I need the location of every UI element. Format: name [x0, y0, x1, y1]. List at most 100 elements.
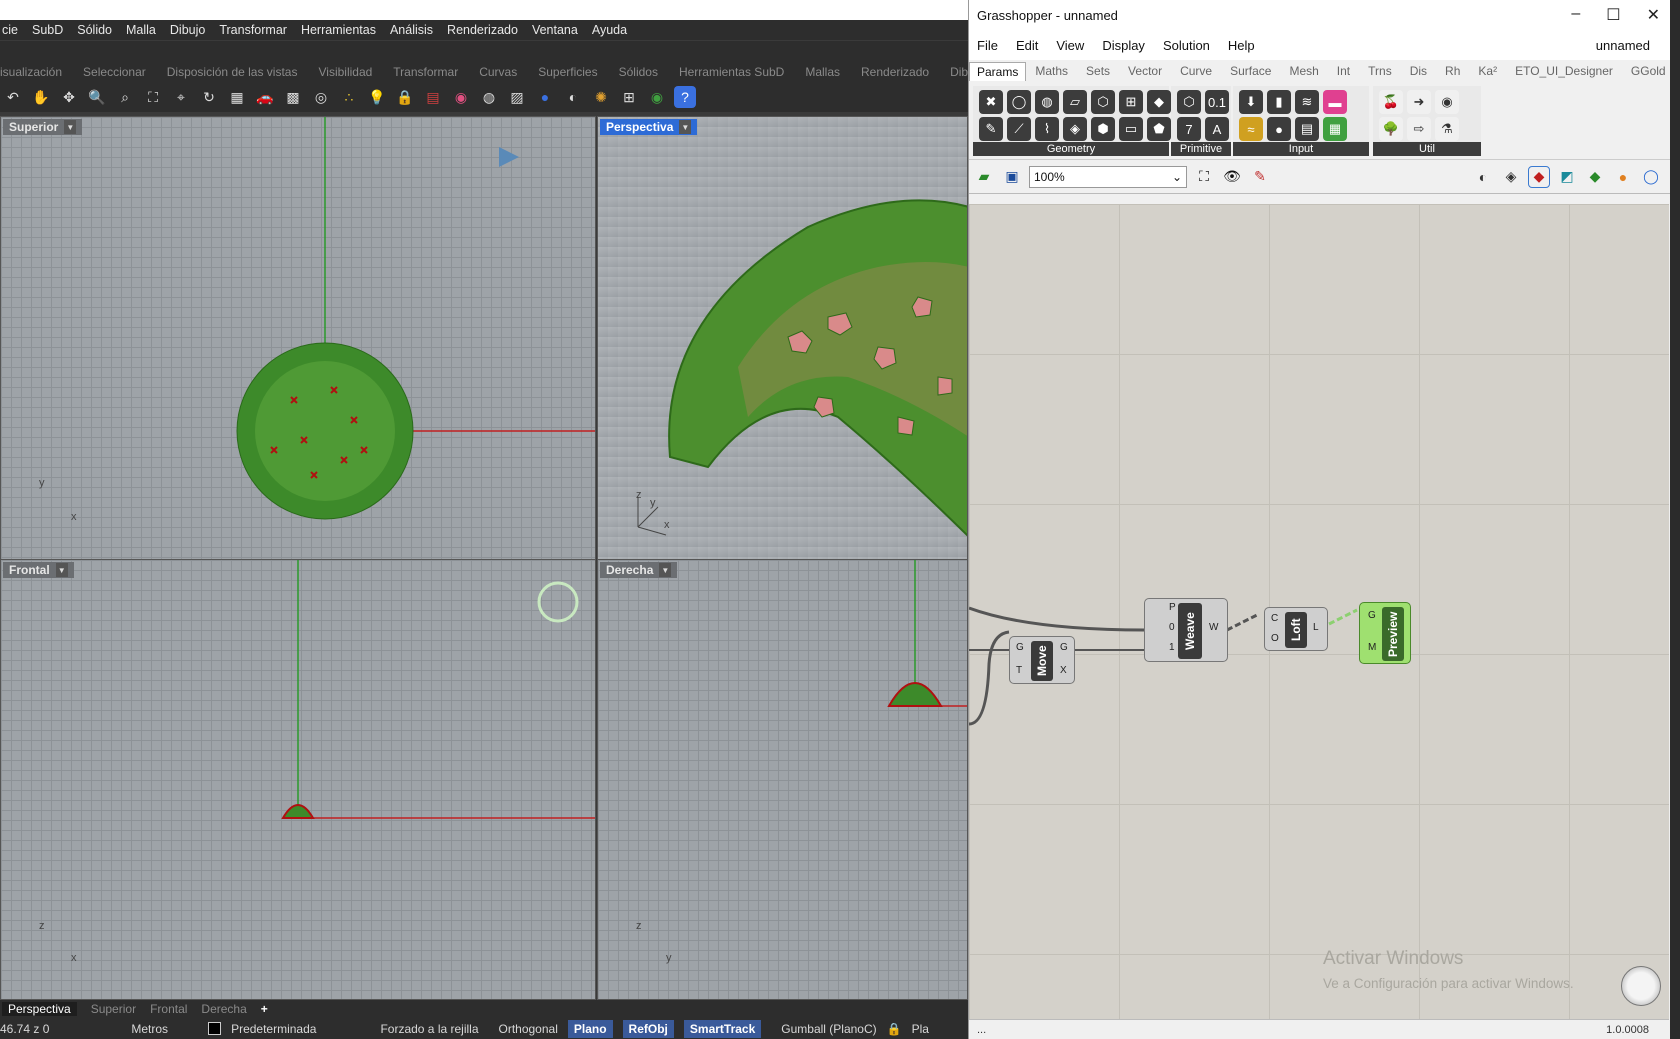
- toolbar-tab[interactable]: Disposición de las vistas: [167, 65, 298, 79]
- input-port[interactable]: P: [1169, 602, 1176, 613]
- input-port[interactable]: G: [1368, 610, 1376, 621]
- menu-item[interactable]: Análisis: [390, 23, 433, 37]
- menu-item[interactable]: Solution: [1163, 38, 1210, 53]
- param-component-icon[interactable]: ◆: [1147, 90, 1171, 114]
- material-icon[interactable]: ●: [1612, 166, 1634, 188]
- add-view-icon[interactable]: +: [261, 1002, 268, 1016]
- panel-label[interactable]: Util: [1373, 142, 1481, 156]
- input-port[interactable]: O: [1271, 633, 1279, 644]
- toolbar-tab[interactable]: Superficies: [538, 65, 597, 79]
- param-component-icon[interactable]: ⇨: [1407, 117, 1431, 141]
- param-component-icon[interactable]: 🌳: [1379, 117, 1403, 141]
- render-sphere-icon[interactable]: ●: [534, 86, 556, 108]
- viewport-perspective[interactable]: Perspectiva ▼ z y x: [597, 116, 968, 560]
- grid-icon[interactable]: ▩: [282, 86, 304, 108]
- panel-label[interactable]: Input: [1233, 142, 1369, 156]
- component-tab[interactable]: Rh: [1436, 64, 1469, 78]
- status-extra[interactable]: Pla: [912, 1022, 929, 1036]
- preview-shaded-icon[interactable]: ◈: [1500, 166, 1522, 188]
- menu-item[interactable]: Dibujo: [170, 23, 205, 37]
- param-component-icon[interactable]: ◉: [1435, 90, 1459, 114]
- param-component-icon[interactable]: ⬟: [1147, 117, 1171, 141]
- param-component-icon[interactable]: ⬢: [1091, 117, 1115, 141]
- param-component-icon[interactable]: ≈: [1239, 117, 1263, 141]
- tab-params[interactable]: Params: [969, 61, 1027, 81]
- viewport-right[interactable]: Derecha ▼ z y: [597, 559, 968, 1000]
- output-port[interactable]: G: [1060, 642, 1068, 653]
- output-port[interactable]: L: [1313, 622, 1319, 633]
- gumball-icon[interactable]: ⊞: [618, 86, 640, 108]
- preview-wire-icon[interactable]: ◐: [1472, 166, 1494, 188]
- viewport-front[interactable]: Frontal ▼ z x: [0, 559, 596, 1000]
- display-mesh-icon[interactable]: ◩: [1556, 166, 1578, 188]
- param-component-icon[interactable]: ≋: [1295, 90, 1319, 114]
- component-tab[interactable]: Curve: [1171, 64, 1221, 78]
- units-label[interactable]: Metros: [131, 1022, 168, 1036]
- panel-label[interactable]: Primitive: [1171, 142, 1231, 156]
- component-tab[interactable]: Vector: [1119, 64, 1171, 78]
- param-component-icon[interactable]: ⚗: [1435, 117, 1459, 141]
- settings-icon[interactable]: ✺: [590, 86, 612, 108]
- input-port[interactable]: M: [1368, 642, 1376, 653]
- menu-item[interactable]: File: [977, 38, 998, 53]
- param-component-icon[interactable]: 🍒: [1379, 90, 1403, 114]
- menu-item[interactable]: Display: [1102, 38, 1145, 53]
- menu-item[interactable]: Sólido: [77, 23, 112, 37]
- toolbar-tab[interactable]: Sólidos: [619, 65, 658, 79]
- param-component-icon[interactable]: 0.1: [1205, 90, 1229, 114]
- globe-icon[interactable]: ◉: [646, 86, 668, 108]
- minimize-icon[interactable]: –: [1571, 5, 1580, 25]
- param-component-icon[interactable]: ◍: [1035, 90, 1059, 114]
- snap-grid-toggle[interactable]: Forzado a la rejilla: [380, 1022, 478, 1036]
- color-wheel-icon[interactable]: ◉: [450, 86, 472, 108]
- mesh-icon[interactable]: ▨: [506, 86, 528, 108]
- param-component-icon[interactable]: ▦: [1323, 117, 1347, 141]
- lock-icon[interactable]: 🔒: [887, 1022, 902, 1036]
- param-component-icon[interactable]: ▱: [1063, 90, 1087, 114]
- param-component-icon[interactable]: ●: [1267, 117, 1291, 141]
- param-component-icon[interactable]: 7: [1177, 117, 1201, 141]
- param-component-icon[interactable]: ✎: [979, 117, 1003, 141]
- toolbar-tab[interactable]: Seleccionar: [83, 65, 146, 79]
- close-icon[interactable]: ✕: [1647, 5, 1660, 25]
- four-views-icon[interactable]: ▦: [226, 86, 248, 108]
- param-component-icon[interactable]: ▭: [1119, 117, 1143, 141]
- menu-item[interactable]: Ayuda: [592, 23, 627, 37]
- param-component-icon[interactable]: ⬇: [1239, 90, 1263, 114]
- param-component-icon[interactable]: ▮: [1267, 90, 1291, 114]
- help-icon[interactable]: ?: [674, 86, 696, 108]
- toolbar-tab[interactable]: isualización: [0, 65, 62, 79]
- lock-icon[interactable]: 🔒: [394, 86, 416, 108]
- layer-label[interactable]: Predeterminada: [231, 1022, 316, 1036]
- target-icon[interactable]: ◎: [310, 86, 332, 108]
- ortho-toggle[interactable]: Orthogonal: [499, 1022, 558, 1036]
- gh-canvas[interactable]: P 0 1 Weave W G T Move G X C O Loft L G …: [969, 204, 1669, 1019]
- param-component-icon[interactable]: ➜: [1407, 90, 1431, 114]
- refobj-toggle[interactable]: RefObj: [622, 1019, 674, 1038]
- sphere-wire-icon[interactable]: ◍: [478, 86, 500, 108]
- component-tab[interactable]: Trns: [1359, 64, 1401, 78]
- menu-item[interactable]: Renderizado: [447, 23, 518, 37]
- menu-item[interactable]: Help: [1228, 38, 1255, 53]
- param-component-icon[interactable]: ⟋: [1007, 117, 1031, 141]
- loft-component[interactable]: C O Loft L: [1264, 607, 1328, 651]
- preview-eye-icon[interactable]: 👁: [1221, 166, 1243, 188]
- navigation-widget-icon[interactable]: [1621, 966, 1661, 1006]
- output-port[interactable]: W: [1209, 622, 1218, 633]
- preview-component[interactable]: G M Preview: [1359, 602, 1411, 664]
- param-component-icon[interactable]: ▬: [1323, 90, 1347, 114]
- layer-swatch-icon[interactable]: [208, 1022, 222, 1035]
- pan-icon[interactable]: ✋: [30, 86, 52, 108]
- toolbar-tab[interactable]: Renderizado: [861, 65, 929, 79]
- light-icon[interactable]: 💡: [366, 86, 388, 108]
- display-sphere-icon[interactable]: ◯: [1640, 166, 1662, 188]
- render-icon[interactable]: ◐: [562, 86, 584, 108]
- component-tab[interactable]: Ka²: [1469, 64, 1506, 78]
- output-port[interactable]: X: [1060, 665, 1067, 676]
- plano-toggle[interactable]: Plano: [567, 1019, 613, 1038]
- sketch-icon[interactable]: ✎: [1249, 166, 1271, 188]
- car-icon[interactable]: 🚗: [254, 86, 276, 108]
- param-component-icon[interactable]: A: [1205, 117, 1229, 141]
- menu-item[interactable]: Malla: [126, 23, 156, 37]
- component-tab[interactable]: Dis: [1401, 64, 1436, 78]
